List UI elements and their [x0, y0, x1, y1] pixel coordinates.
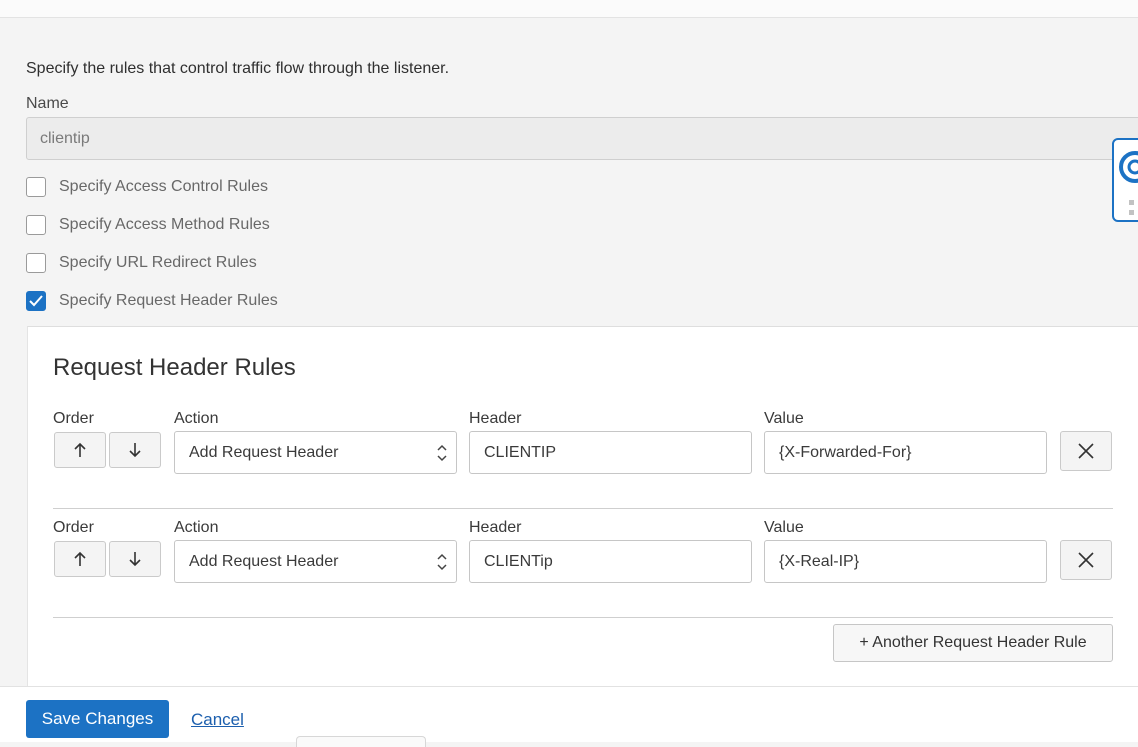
- close-icon: [1078, 443, 1094, 459]
- add-request-header-rule-button[interactable]: + Another Request Header Rule: [833, 624, 1113, 662]
- action-label: Action: [174, 410, 219, 427]
- access-method-rules-checkbox[interactable]: [26, 215, 46, 235]
- remove-rule-button[interactable]: [1060, 431, 1112, 471]
- intro-text: Specify the rules that control traffic f…: [26, 60, 450, 77]
- action-select[interactable]: Add Request Header: [174, 540, 457, 583]
- access-control-rules-checkbox[interactable]: [26, 177, 46, 197]
- select-arrows-icon: [437, 444, 447, 462]
- move-down-button[interactable]: [109, 541, 161, 577]
- order-label: Order: [53, 519, 94, 536]
- lifebuoy-icon: [1119, 151, 1138, 215]
- cancel-link[interactable]: Cancel: [191, 710, 244, 730]
- access-control-rules-option[interactable]: Specify Access Control Rules: [26, 176, 268, 198]
- name-input[interactable]: clientip: [26, 117, 1138, 160]
- move-up-button[interactable]: [54, 541, 106, 577]
- order-label: Order: [53, 410, 94, 427]
- access-method-rules-option[interactable]: Specify Access Method Rules: [26, 214, 270, 236]
- rule-row: Order Action Header Value Add Request He…: [53, 410, 1113, 509]
- footer-tab-stub: [296, 736, 426, 747]
- rule-row: Order Action Header Value Add Request He…: [53, 519, 1113, 618]
- header-label: Header: [469, 519, 522, 536]
- access-control-rules-label: Specify Access Control Rules: [59, 178, 268, 195]
- remove-rule-button[interactable]: [1060, 540, 1112, 580]
- url-redirect-rules-label: Specify URL Redirect Rules: [59, 254, 257, 271]
- help-widget[interactable]: [1112, 138, 1138, 222]
- request-header-rules-option[interactable]: Specify Request Header Rules: [26, 290, 278, 312]
- request-header-rules-panel: Request Header Rules Order Action Header…: [27, 326, 1138, 687]
- checkmark-icon: [29, 295, 43, 307]
- header-input[interactable]: CLIENTip: [469, 540, 752, 583]
- arrow-down-icon: [129, 443, 141, 458]
- move-down-button[interactable]: [109, 432, 161, 468]
- action-label: Action: [174, 519, 219, 536]
- select-arrows-icon: [437, 553, 447, 571]
- url-redirect-rules-option[interactable]: Specify URL Redirect Rules: [26, 252, 257, 274]
- url-redirect-rules-checkbox[interactable]: [26, 253, 46, 273]
- request-header-rules-label: Specify Request Header Rules: [59, 292, 278, 309]
- move-up-button[interactable]: [54, 432, 106, 468]
- arrow-up-icon: [74, 442, 86, 457]
- value-input[interactable]: {X-Forwarded-For}: [764, 431, 1047, 474]
- footer-bar: Save Changes Cancel: [0, 686, 1138, 747]
- value-label: Value: [764, 410, 804, 427]
- action-select[interactable]: Add Request Header: [174, 431, 457, 474]
- action-select-value: Add Request Header: [189, 444, 339, 461]
- arrow-down-icon: [129, 552, 141, 567]
- action-select-value: Add Request Header: [189, 553, 339, 570]
- arrow-up-icon: [74, 551, 86, 566]
- access-method-rules-label: Specify Access Method Rules: [59, 216, 270, 233]
- save-changes-button[interactable]: Save Changes: [26, 700, 169, 738]
- request-header-rules-checkbox[interactable]: [26, 291, 46, 311]
- value-input[interactable]: {X-Real-IP}: [764, 540, 1047, 583]
- name-label: Name: [26, 95, 69, 112]
- panel-title: Request Header Rules: [53, 354, 296, 381]
- value-label: Value: [764, 519, 804, 536]
- header-input[interactable]: CLIENTIP: [469, 431, 752, 474]
- close-icon: [1078, 552, 1094, 568]
- header-label: Header: [469, 410, 522, 427]
- top-bar: [0, 0, 1138, 18]
